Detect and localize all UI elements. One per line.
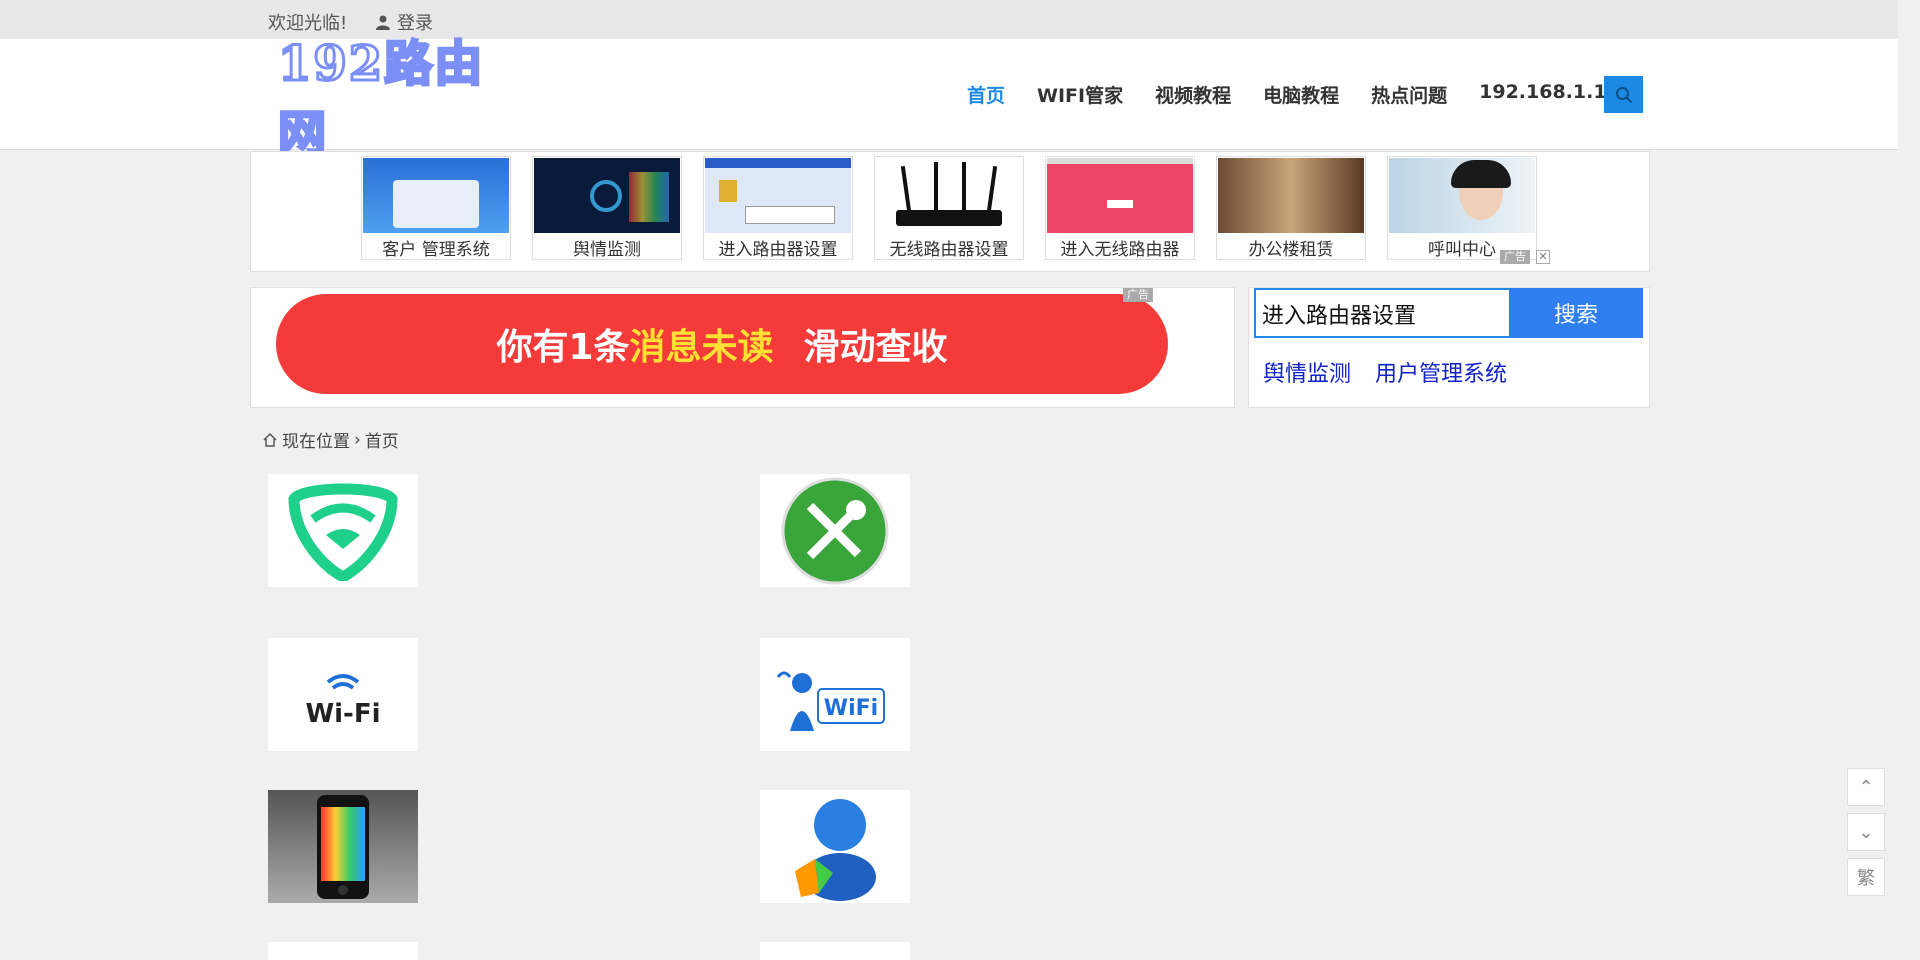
ad-thumbnail bbox=[363, 158, 509, 233]
ad-item[interactable]: 进入路由器设置 bbox=[703, 156, 853, 260]
svg-text:Wi-Fi: Wi-Fi bbox=[305, 699, 380, 729]
nav-wifi-manager[interactable]: WIFI管家 bbox=[1037, 81, 1123, 108]
ad-thumbnail bbox=[1218, 158, 1364, 233]
scroll-bottom-button[interactable]: ⌄ bbox=[1847, 813, 1885, 851]
ad-item[interactable]: 办公楼租赁 bbox=[1216, 156, 1366, 260]
search-icon bbox=[1615, 86, 1632, 103]
ad-badge: 广告 bbox=[1123, 288, 1153, 302]
ad-item[interactable]: 无线路由器设置 bbox=[874, 156, 1024, 260]
ad-item[interactable]: 客户 管理系统 bbox=[361, 156, 511, 260]
ad-badge: 广告 bbox=[1500, 250, 1530, 264]
breadcrumb-current[interactable]: 首页 bbox=[365, 427, 399, 452]
site-header: 192路由网 首页 WIFI管家 视频教程 电脑教程 热点问题 192.168.… bbox=[0, 35, 1898, 164]
header-search-button[interactable] bbox=[1604, 76, 1643, 113]
tools-icon bbox=[781, 477, 889, 584]
nav-hot-questions[interactable]: 热点问题 bbox=[1371, 81, 1447, 108]
hot-links: 舆情监测 用户管理系统 bbox=[1263, 356, 1507, 388]
svg-text:WiFi: WiFi bbox=[824, 696, 878, 721]
ad-thumbnail bbox=[534, 158, 680, 233]
site-logo[interactable]: 192路由网 bbox=[277, 35, 512, 164]
breadcrumb: 现在位置 › 首页 bbox=[262, 427, 399, 452]
ad-caption: 办公楼租赁 bbox=[1248, 240, 1334, 260]
messenger-user-icon bbox=[795, 798, 876, 901]
chevron-down-icon: ⌄ bbox=[1858, 821, 1874, 843]
main-nav: 首页 WIFI管家 视频教程 电脑教程 热点问题 192.168.1.1 bbox=[967, 81, 1639, 108]
article-thumbnail[interactable]: WiFi bbox=[760, 638, 910, 751]
nav-home[interactable]: 首页 bbox=[967, 81, 1005, 108]
sidebar-search-box: 进入路由器设置 搜索 舆情监测 用户管理系统 bbox=[1248, 287, 1650, 408]
banner-text-1: 你有1条 bbox=[496, 327, 630, 368]
ad-thumbnail bbox=[705, 158, 851, 233]
article-thumbnail[interactable] bbox=[268, 790, 418, 903]
ad-caption: 进入路由器设置 bbox=[718, 240, 838, 260]
banner-ad-box: 你有1条 消息未读 滑动查收 广告 bbox=[250, 287, 1235, 408]
ad-caption: 进入无线路由器 bbox=[1060, 240, 1180, 260]
breadcrumb-separator: › bbox=[354, 429, 361, 450]
home-icon bbox=[263, 432, 277, 447]
ad-thumbnail bbox=[1047, 158, 1193, 233]
ad-item[interactable]: 呼叫中心 bbox=[1387, 156, 1537, 260]
banner-text-2: 滑动查收 bbox=[803, 327, 948, 368]
logo-text: 192路由网 bbox=[277, 35, 485, 164]
search-submit-button[interactable]: 搜索 bbox=[1509, 288, 1643, 338]
hot-link[interactable]: 舆情监测 bbox=[1263, 356, 1351, 388]
breadcrumb-label: 现在位置 bbox=[282, 432, 350, 452]
chevron-up-icon: ⌃ bbox=[1858, 776, 1874, 798]
scroll-top-button[interactable]: ⌃ bbox=[1847, 768, 1885, 806]
wifi-user-icon: WiFi bbox=[776, 671, 885, 731]
message-banner[interactable]: 你有1条 消息未读 滑动查收 bbox=[276, 294, 1168, 394]
ad-thumbnail bbox=[876, 158, 1022, 233]
search-input[interactable]: 进入路由器设置 bbox=[1254, 288, 1514, 338]
traditional-chinese-button[interactable]: 繁 bbox=[1847, 858, 1885, 896]
ad-caption: 客户 管理系统 bbox=[382, 240, 490, 260]
wifi-shield-icon bbox=[288, 482, 398, 581]
ad-item[interactable]: 舆情监测 bbox=[532, 156, 682, 260]
ad-item[interactable]: 进入无线路由器 bbox=[1045, 156, 1195, 260]
article-thumbnail[interactable] bbox=[760, 942, 910, 960]
nav-pc-tutorials[interactable]: 电脑教程 bbox=[1263, 81, 1339, 108]
wifi-logo-icon: Wi-Fi bbox=[305, 673, 381, 729]
banner-text-highlight: 消息未读 bbox=[629, 327, 774, 368]
article-thumbnail[interactable] bbox=[760, 790, 910, 903]
ad-caption: 舆情监测 bbox=[573, 240, 641, 260]
smartphone-icon bbox=[317, 794, 369, 899]
article-thumbnail[interactable]: Wi-Fi bbox=[268, 638, 418, 751]
article-thumbnail[interactable] bbox=[268, 474, 418, 587]
nav-192-168-1-1[interactable]: 192.168.1.1 bbox=[1479, 81, 1606, 108]
ad-thumbnail bbox=[1389, 158, 1535, 233]
ad-strip: 客户 管理系统 舆情监测 进入路由器设置 无线路由器设置 进入无线路由器 办公楼… bbox=[250, 151, 1650, 272]
article-thumbnail[interactable] bbox=[760, 474, 910, 587]
ad-caption: 无线路由器设置 bbox=[889, 240, 1009, 260]
hot-link[interactable]: 用户管理系统 bbox=[1375, 356, 1507, 388]
close-icon[interactable]: ✕ bbox=[1536, 250, 1550, 264]
article-thumbnail[interactable] bbox=[268, 942, 418, 960]
nav-video-tutorials[interactable]: 视频教程 bbox=[1155, 81, 1231, 108]
